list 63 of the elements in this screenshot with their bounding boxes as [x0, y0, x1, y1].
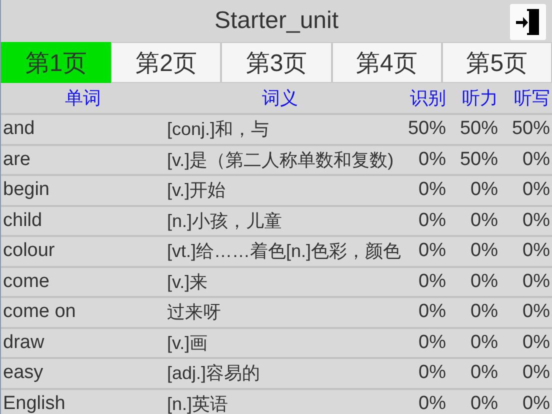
meaning-cell-text: [v.]画 [166, 332, 208, 355]
exit-button[interactable] [510, 4, 546, 40]
dictation-cell-text: 50% [510, 118, 551, 140]
meaning-cell-text: [n.]英语 [166, 392, 228, 414]
recognition-cell-text: 0% [418, 148, 447, 171]
column-header: 识别 [410, 87, 447, 110]
column-header: 词义 [262, 87, 298, 110]
window-title: Starter_unit [214, 7, 339, 35]
recognition-cell-text: 0% [418, 240, 447, 262]
meaning-cell-text: [conj.]和，与 [166, 118, 270, 142]
page-tab[interactable]: 第5页 [442, 42, 552, 83]
word-cell-text: easy [2, 362, 44, 384]
listening-cell-text: 0% [470, 179, 499, 202]
recognition-cell-text: 0% [418, 332, 447, 354]
dictation-cell-text: 0% [522, 270, 551, 293]
word-cell-text: begin [2, 179, 50, 202]
page-tab[interactable]: 第4页 [332, 42, 442, 83]
recognition-cell-text: 0% [418, 301, 447, 324]
recognition-cell-text: 0% [418, 362, 447, 384]
listening-cell-text: 0% [470, 240, 499, 262]
word-cell-text: draw [2, 332, 44, 354]
dictation-cell-text: 0% [522, 148, 551, 171]
dictation-cell-text: 0% [522, 301, 551, 324]
page-tab[interactable]: 第2页 [111, 42, 222, 83]
meaning-cell-text: [adj.]容易的 [166, 362, 260, 386]
page-tab[interactable]: 第3页 [221, 42, 332, 83]
listening-cell-text: 0% [470, 210, 499, 232]
word-cell-text: child [2, 210, 42, 232]
dictation-cell-text: 0% [522, 362, 551, 384]
word-cell-text: come [2, 270, 50, 293]
column-header: 听力 [462, 87, 499, 110]
recognition-cell-text: 50% [406, 118, 447, 140]
meaning-cell-text: [v.]是（第二人称单数和复数) [166, 148, 394, 172]
column-header: 单词 [65, 87, 101, 110]
column-header: 听写 [514, 87, 551, 110]
word-cell-text: come on [2, 301, 76, 324]
listening-cell-text: 0% [470, 392, 499, 414]
meaning-cell-text: [n.]小孩，儿童 [166, 210, 282, 233]
dictation-cell-text: 0% [522, 392, 551, 414]
meaning-cell-text: 过来呀 [166, 301, 221, 324]
listening-cell-text: 0% [470, 362, 499, 384]
listening-cell-text: 50% [458, 118, 499, 140]
word-cell-text: and [2, 118, 35, 140]
meaning-cell-text: [vt.]给……着色[n.]色彩，颜色 [166, 240, 402, 264]
word-cell-text: colour [2, 240, 55, 262]
page-tab[interactable]: 第1页 [1, 42, 112, 83]
meaning-cell-text: [v.]开始 [166, 179, 226, 202]
word-cell-text: English [2, 392, 66, 414]
dictation-cell-text: 0% [522, 332, 551, 354]
word-cell-text: are [2, 148, 30, 171]
exit-door-icon [515, 7, 541, 37]
listening-cell-text: 0% [470, 270, 499, 293]
recognition-cell-text: 0% [418, 179, 447, 202]
dictation-cell-text: 0% [522, 210, 551, 232]
recognition-cell-text: 0% [418, 392, 447, 414]
listening-cell-text: 0% [470, 332, 499, 354]
recognition-cell-text: 0% [418, 270, 447, 293]
meaning-cell-text: [v.]来 [166, 270, 208, 294]
listening-cell-text: 50% [458, 148, 499, 171]
dictation-cell-text: 0% [522, 179, 551, 202]
recognition-cell-text: 0% [418, 210, 447, 232]
dictation-cell-text: 0% [522, 240, 551, 262]
listening-cell-text: 0% [470, 301, 499, 324]
